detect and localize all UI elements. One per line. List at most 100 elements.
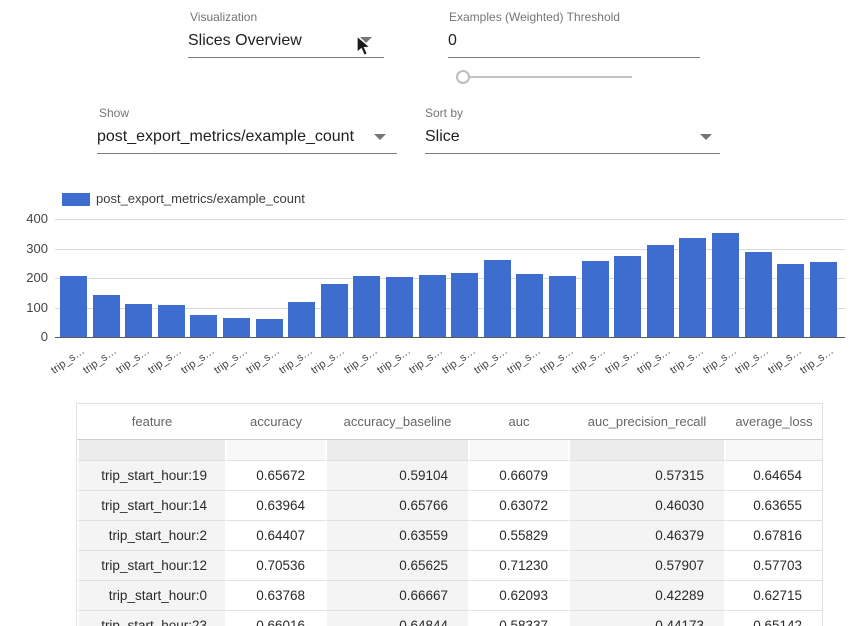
- metric-cell-accuracy: 0.66016: [227, 611, 325, 626]
- bar-slice-12[interactable]: [451, 273, 478, 337]
- bar-slice-8[interactable]: [321, 284, 348, 337]
- sort-by-select[interactable]: Slice: [425, 128, 720, 154]
- metric-cell-accuracy_baseline: 0.63559: [325, 521, 470, 551]
- metric-cell-auc_precision_recall: 0.46030: [568, 491, 726, 521]
- bar-slice-4[interactable]: [190, 315, 217, 337]
- sort-by-dropdown-arrow-icon[interactable]: [700, 134, 712, 140]
- column-header-accuracy_baseline[interactable]: accuracy_baseline: [325, 404, 470, 440]
- bar-slice-21[interactable]: [745, 252, 772, 337]
- filter-cell-accuracy_baseline: [325, 440, 470, 461]
- bar-slice-15[interactable]: [549, 276, 576, 337]
- column-header-auc[interactable]: auc: [470, 404, 568, 440]
- threshold-value: 0: [448, 32, 457, 49]
- threshold-slider-knob[interactable]: [456, 70, 470, 84]
- threshold-input[interactable]: 0: [448, 32, 700, 58]
- metrics-table: featureaccuracyaccuracy_baselineaucauc_p…: [76, 403, 823, 626]
- table-header-row: featureaccuracyaccuracy_baselineaucauc_p…: [77, 404, 822, 440]
- bar-slice-14[interactable]: [516, 274, 543, 337]
- bar-slice-5[interactable]: [223, 318, 250, 337]
- column-header-auc_precision_recall[interactable]: auc_precision_recall: [568, 404, 726, 440]
- table-row-trip_start_hour:12[interactable]: trip_start_hour:120.705360.656250.712300…: [77, 551, 822, 581]
- metric-cell-auc: 0.62093: [470, 581, 568, 611]
- metric-cell-accuracy_baseline: 0.64844: [325, 611, 470, 626]
- bar-slice-3[interactable]: [158, 305, 185, 337]
- filter-cell-auc: [470, 440, 568, 461]
- metric-cell-accuracy: 0.70536: [227, 551, 325, 581]
- show-metric-select[interactable]: post_export_metrics/example_count: [97, 128, 397, 154]
- table-row-trip_start_hour:0[interactable]: trip_start_hour:00.637680.666670.620930.…: [77, 581, 822, 611]
- metric-cell-accuracy: 0.63768: [227, 581, 325, 611]
- column-header-feature[interactable]: feature: [77, 404, 227, 440]
- y-axis-tick-100: 100: [14, 300, 48, 315]
- bar-slice-2[interactable]: [125, 304, 152, 337]
- bar-slice-16[interactable]: [582, 261, 609, 337]
- table-row-trip_start_hour:2[interactable]: trip_start_hour:20.644070.635590.558290.…: [77, 521, 822, 551]
- filter-cell-accuracy: [227, 440, 325, 461]
- metric-cell-average_loss: 0.62715: [726, 581, 822, 611]
- metric-cell-average_loss: 0.64654: [726, 461, 822, 491]
- bar-slice-10[interactable]: [386, 277, 413, 337]
- metric-cell-average_loss: 0.63655: [726, 491, 822, 521]
- x-axis-line: [55, 337, 845, 338]
- metric-cell-average_loss: 0.67816: [726, 521, 822, 551]
- bar-slice-20[interactable]: [712, 233, 739, 337]
- bar-slice-19[interactable]: [679, 238, 706, 337]
- metric-cell-accuracy: 0.63964: [227, 491, 325, 521]
- visualization-select[interactable]: Slices Overview: [188, 32, 384, 58]
- feature-cell: trip_start_hour:23: [77, 611, 227, 626]
- y-axis-tick-300: 300: [14, 241, 48, 256]
- slices-overview-page: Visualization Slices Overview Examples (…: [0, 0, 863, 626]
- y-axis-tick-0: 0: [14, 329, 48, 344]
- gridline-400: [55, 219, 845, 220]
- visualization-selected-value: Slices Overview: [188, 32, 302, 49]
- bar-slice-13[interactable]: [484, 260, 511, 337]
- table-row-trip_start_hour:19[interactable]: trip_start_hour:190.656720.591040.660790…: [77, 461, 822, 491]
- column-header-accuracy[interactable]: accuracy: [227, 404, 325, 440]
- bar-slice-1[interactable]: [93, 295, 120, 337]
- y-axis-tick-200: 200: [14, 270, 48, 285]
- bar-slice-22[interactable]: [777, 264, 804, 337]
- table-row-trip_start_hour:14[interactable]: trip_start_hour:140.639640.657660.630720…: [77, 491, 822, 521]
- bar-slice-0[interactable]: [60, 276, 87, 337]
- filter-cell-average_loss: [726, 440, 822, 461]
- bar-slice-11[interactable]: [419, 275, 446, 337]
- metric-cell-accuracy: 0.64407: [227, 521, 325, 551]
- metric-cell-auc_precision_recall: 0.46379: [568, 521, 726, 551]
- metric-cell-auc_precision_recall: 0.57907: [568, 551, 726, 581]
- threshold-slider-track[interactable]: [462, 76, 632, 78]
- legend-swatch: [62, 193, 90, 206]
- metric-cell-accuracy_baseline: 0.65766: [325, 491, 470, 521]
- feature-cell: trip_start_hour:0: [77, 581, 227, 611]
- metric-cell-auc_precision_recall: 0.44173: [568, 611, 726, 626]
- metric-cell-auc: 0.66079: [470, 461, 568, 491]
- bar-slice-7[interactable]: [288, 302, 315, 337]
- bar-slice-17[interactable]: [614, 256, 641, 337]
- bar-slice-6[interactable]: [256, 319, 283, 337]
- metric-cell-auc: 0.55829: [470, 521, 568, 551]
- visualization-label: Visualization: [190, 10, 257, 24]
- metric-cell-accuracy_baseline: 0.66667: [325, 581, 470, 611]
- metric-cell-auc: 0.63072: [470, 491, 568, 521]
- sort-by-label: Sort by: [425, 106, 463, 120]
- table-filter-row: [77, 440, 822, 461]
- metric-cell-auc_precision_recall: 0.42289: [568, 581, 726, 611]
- sort-by-selected-value: Slice: [425, 128, 460, 145]
- metric-cell-average_loss: 0.57703: [726, 551, 822, 581]
- bar-slice-9[interactable]: [353, 276, 380, 337]
- table-row-trip_start_hour:23[interactable]: trip_start_hour:230.660160.648440.583370…: [77, 611, 822, 626]
- show-selected-value: post_export_metrics/example_count: [97, 128, 354, 145]
- column-header-average_loss[interactable]: average_loss: [726, 404, 822, 440]
- show-label: Show: [99, 106, 129, 120]
- metric-cell-accuracy_baseline: 0.65625: [325, 551, 470, 581]
- feature-cell: trip_start_hour:2: [77, 521, 227, 551]
- bar-slice-18[interactable]: [647, 245, 674, 337]
- filter-cell-auc_precision_recall: [568, 440, 726, 461]
- feature-cell: trip_start_hour:19: [77, 461, 227, 491]
- feature-cell: trip_start_hour:14: [77, 491, 227, 521]
- y-axis-tick-400: 400: [14, 211, 48, 226]
- legend-label: post_export_metrics/example_count: [96, 191, 305, 206]
- metric-cell-auc: 0.71230: [470, 551, 568, 581]
- filter-cell-feature: [77, 440, 227, 461]
- show-dropdown-arrow-icon[interactable]: [374, 134, 386, 140]
- bar-slice-23[interactable]: [810, 262, 837, 337]
